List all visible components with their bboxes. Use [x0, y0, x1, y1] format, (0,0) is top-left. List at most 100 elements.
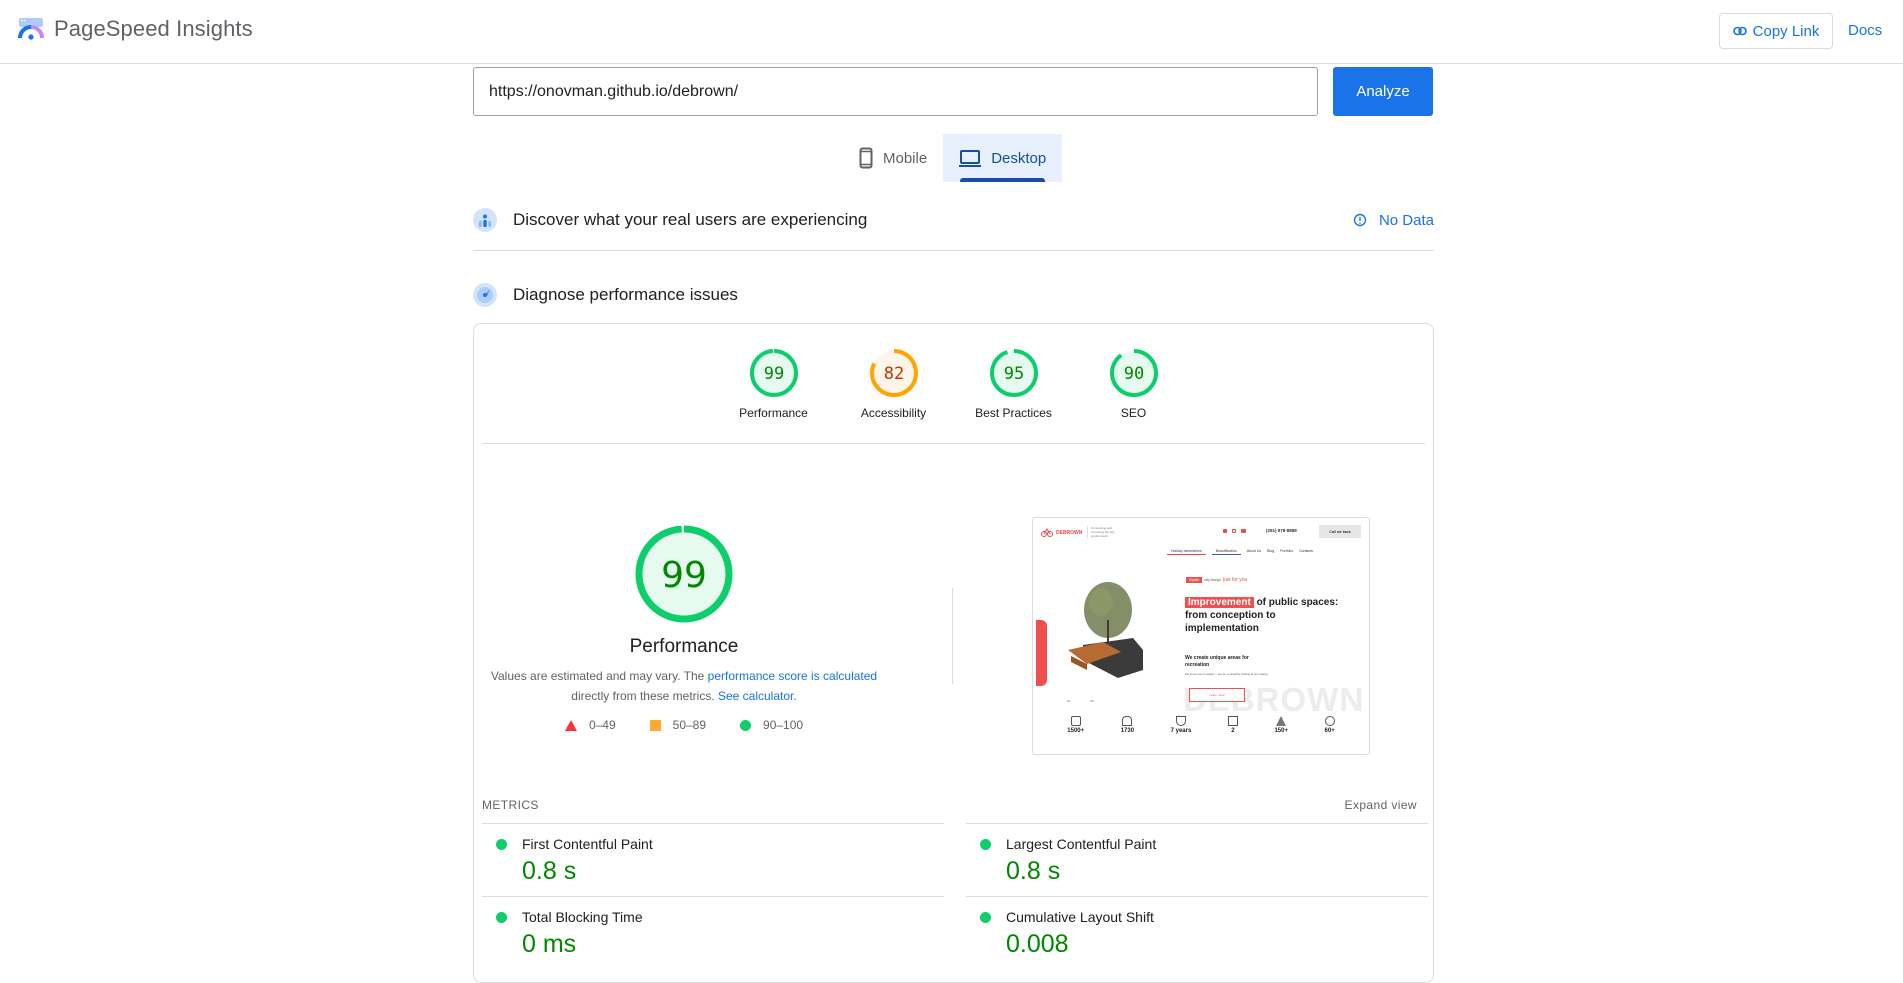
trophy-icon	[1175, 716, 1186, 726]
thumb-social	[1223, 529, 1246, 533]
thumb-small-text: We know how to delight – see for yoursel…	[1185, 672, 1268, 676]
gauge-accessibility[interactable]: 82 Accessibility	[834, 348, 954, 420]
circle-icon	[740, 719, 752, 731]
performance-score: 99	[661, 555, 707, 596]
thumb-brand-name: DEBROWN	[1056, 529, 1083, 536]
metric-cls: Cumulative Layout Shift 0.008	[966, 896, 1428, 969]
copy-link-button[interactable]: Copy Link	[1719, 13, 1833, 49]
final-screenshot[interactable]: DEBROWN Connecting and improving the cit…	[1032, 517, 1370, 755]
url-input[interactable]	[473, 67, 1318, 116]
app-title: PageSpeed Insights	[54, 16, 253, 41]
smartphone-icon	[859, 147, 873, 169]
thumb-call-button: Call me back	[1319, 525, 1361, 538]
gauge-best-practices[interactable]: 95 Best Practices	[954, 348, 1074, 420]
gauge-performance[interactable]: 99 Performance	[714, 348, 834, 420]
info-icon	[1353, 213, 1367, 227]
metric-value: 0 ms	[522, 930, 577, 958]
metrics-header: METRICS Expand view	[482, 798, 1417, 812]
gauge-score: 99	[763, 364, 783, 384]
logo[interactable]: PageSpeed Insights	[18, 16, 253, 42]
performance-gauge: 99	[635, 525, 733, 623]
thumb-stat: 7 years	[1170, 716, 1192, 734]
no-data-status[interactable]: No Data	[1353, 212, 1434, 229]
thumb-slide-counter: 01 03	[1067, 699, 1094, 703]
performance-title: Performance	[629, 636, 739, 657]
gauge-label: Performance	[739, 406, 808, 420]
desc-text: Values are estimated and may vary. The	[490, 669, 708, 683]
gauge-ring: 90	[1109, 349, 1158, 397]
thumb-stat-value: 1730	[1120, 728, 1135, 734]
thumb-slide-total: 03	[1090, 699, 1094, 703]
gauge-score: 95	[1003, 364, 1023, 384]
tab-desktop-label: Desktop	[991, 149, 1047, 167]
thumb-badge: Stylish	[1186, 577, 1203, 583]
thumb-nav-item: Blog	[1267, 549, 1275, 553]
copy-link-label: Copy Link	[1752, 22, 1820, 40]
thumb-subhead: We create unique areas for recreation	[1185, 655, 1249, 668]
thumb-nav-item: Contacts	[1299, 549, 1313, 553]
performance-description: Values are estimated and may vary. The p…	[484, 666, 884, 706]
thumb-nav-item: Beautification	[1211, 549, 1241, 555]
metric-tbt: Total Blocking Time 0 ms	[482, 896, 944, 969]
legend-pass: 90–100	[740, 718, 803, 732]
thumb-stat: 2	[1227, 716, 1238, 734]
metric-lcp: Largest Contentful Paint 0.8 s	[966, 823, 1428, 896]
score-legend: 0–49 50–89 90–100	[564, 718, 803, 732]
performance-summary: 99 Performance Values are estimated and …	[491, 524, 877, 732]
docs-link[interactable]: Docs	[1848, 22, 1882, 39]
thumb-stat: 1500+	[1067, 716, 1084, 734]
gauge-ring: 82	[869, 349, 918, 397]
no-data-label: No Data	[1378, 211, 1434, 229]
see-calculator-link[interactable]: See calculator.	[718, 689, 797, 703]
telegram-icon	[1223, 529, 1227, 533]
handshake-icon	[1324, 716, 1335, 726]
pass-indicator-icon	[496, 912, 507, 923]
thumb-stat: 60+	[1325, 716, 1335, 734]
analyze-button[interactable]: Analyze	[1333, 67, 1433, 116]
legend-average: 50–89	[649, 718, 707, 732]
gift-icon	[1070, 716, 1081, 726]
divider	[473, 250, 1434, 251]
thumb-nav-item: About Us	[1246, 549, 1262, 553]
metrics-heading: METRICS	[482, 798, 539, 812]
metric-value: 0.008	[1006, 930, 1069, 958]
gauge-score: 90	[1123, 364, 1143, 384]
field-data-title: Discover what your real users are experi…	[513, 210, 868, 229]
metric-name: Total Blocking Time	[522, 909, 643, 925]
thumb-headline: Improvement of public spaces: from conce…	[1185, 596, 1350, 635]
gauge-ring: 99	[749, 349, 798, 397]
youtube-icon	[1241, 529, 1246, 533]
tab-mobile[interactable]: Mobile	[843, 134, 943, 182]
metric-value: 0.8 s	[522, 857, 577, 885]
expand-view-toggle[interactable]: Expand view	[1345, 798, 1417, 812]
divider	[482, 443, 1425, 444]
bench-tree-image	[1068, 582, 1143, 678]
gauge-seo[interactable]: 90 SEO	[1074, 348, 1194, 420]
users-icon	[473, 208, 497, 232]
thumb-stat-value: 7 years	[1170, 728, 1192, 734]
pagespeed-logo-icon	[18, 18, 44, 40]
thumb-stat-value: 60+	[1324, 728, 1335, 734]
thumb-kicker-text: city design	[1204, 578, 1221, 582]
pass-indicator-icon	[980, 912, 991, 923]
thumb-brand: DEBROWN	[1041, 528, 1082, 537]
metric-name: First Contentful Paint	[522, 836, 653, 852]
instagram-icon	[1232, 529, 1236, 533]
legend-range: 0–49	[588, 718, 616, 732]
bicycle-logo-icon	[1041, 528, 1053, 537]
legend-fail: 0–49	[564, 718, 616, 732]
gauge-label: SEO	[1120, 406, 1147, 420]
legend-range: 50–89	[672, 718, 707, 732]
thumb-stat: 150+	[1274, 716, 1288, 734]
thumb-phone: (291) 978-8888	[1266, 528, 1297, 533]
score-gauges: 99 Performance 82 Accessibility 95 Best …	[474, 348, 1433, 420]
city-icon	[1227, 716, 1238, 726]
diagnose-icon	[473, 283, 497, 307]
thumb-kicker: Stylish city design just for you	[1186, 577, 1247, 583]
thumb-headline-highlight: Improvement	[1185, 597, 1254, 608]
score-calculated-link[interactable]: performance score is calculated	[708, 669, 877, 683]
top-bar: PageSpeed Insights Copy Link Docs	[0, 0, 1903, 64]
warehouse-icon	[1122, 716, 1133, 726]
tab-desktop[interactable]: Desktop	[943, 134, 1063, 182]
square-icon	[649, 719, 661, 731]
